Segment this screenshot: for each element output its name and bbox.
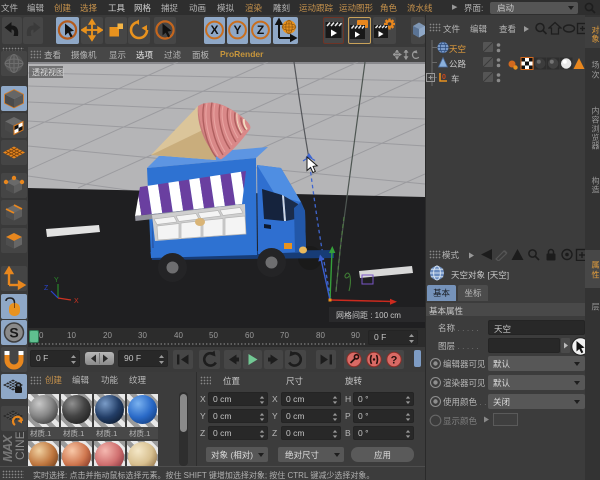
svg-text:CINE: CINE (13, 432, 27, 460)
svg-text:网格间距 : 100 cm: 网格间距 : 100 cm (336, 310, 401, 320)
svg-text:Z: Z (44, 285, 49, 292)
svg-text:透视视图: 透视视图 (32, 67, 64, 77)
svg-text:Y: Y (54, 277, 59, 284)
svg-text:S: S (9, 325, 18, 341)
svg-text:Y: Y (233, 23, 241, 37)
svg-text:X: X (74, 298, 79, 305)
svg-text:0: 0 (442, 74, 446, 81)
svg-text:Z: Z (257, 23, 264, 37)
svg-text:?: ? (391, 355, 398, 367)
svg-text:X: X (210, 23, 218, 37)
